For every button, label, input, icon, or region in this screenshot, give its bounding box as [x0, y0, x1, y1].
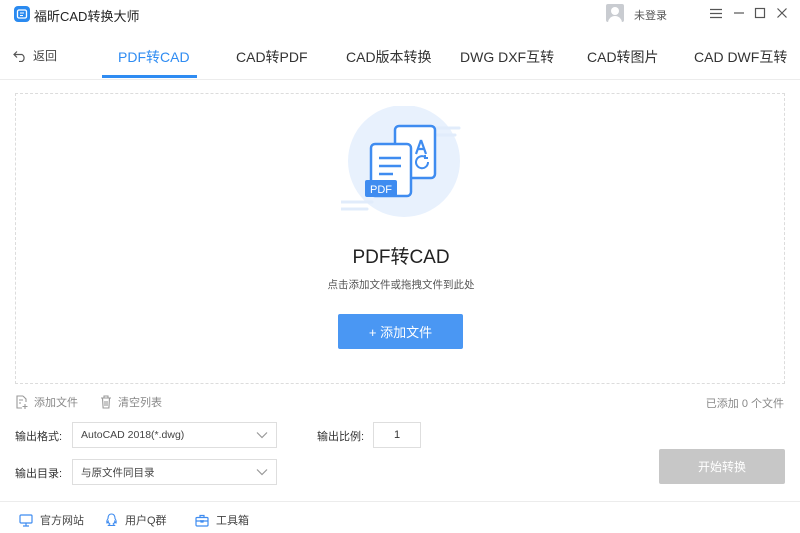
- drop-zone-hint: 点击添加文件或拖拽文件到此处: [327, 279, 475, 291]
- add-file-tool[interactable]: 添加文件: [15, 394, 78, 410]
- back-label: 返回: [33, 49, 58, 63]
- output-format-label: 输出格式:: [15, 431, 63, 443]
- official-website-label: 官方网站: [40, 515, 84, 527]
- file-count-text: 已添加 0 个文件: [705, 398, 784, 410]
- start-convert-button[interactable]: 开始转换: [659, 449, 785, 484]
- qq-icon: [106, 513, 117, 527]
- clear-list-tool[interactable]: 清空列表: [100, 394, 162, 410]
- chevron-down-icon: [256, 432, 268, 439]
- active-tab-indicator: [102, 75, 197, 78]
- clear-list-tool-label: 清空列表: [118, 397, 162, 409]
- login-status-link[interactable]: 未登录: [634, 7, 667, 23]
- menu-icon[interactable]: [708, 5, 724, 21]
- tab-pdf-to-cad[interactable]: PDF转CAD: [118, 47, 190, 67]
- output-format-value: AutoCAD 2018(*.dwg): [81, 429, 185, 441]
- back-arrow-icon: [13, 50, 25, 62]
- tab-cad-to-image[interactable]: CAD转图片: [587, 47, 659, 67]
- pdf-label: PDF: [370, 184, 392, 196]
- app-title: 福昕CAD转换大师: [34, 9, 140, 24]
- user-qq-group-link[interactable]: 用户Q群: [105, 512, 167, 528]
- user-qq-group-label: 用户Q群: [125, 515, 167, 527]
- chevron-down-icon: [256, 469, 268, 476]
- add-file-icon: [16, 395, 28, 409]
- maximize-icon[interactable]: [752, 5, 768, 21]
- output-dir-select[interactable]: 与原文件同目录: [72, 459, 277, 485]
- title-bar: 福昕CAD转换大师 未登录: [0, 0, 800, 28]
- output-dir-label: 输出目录:: [15, 468, 63, 480]
- add-file-tool-label: 添加文件: [34, 397, 78, 409]
- add-file-button[interactable]: + 添加文件: [338, 314, 463, 349]
- tab-dwg-dxf-convert[interactable]: DWG DXF互转: [460, 47, 554, 67]
- output-scale-label: 输出比例:: [317, 431, 365, 443]
- toolbox-link[interactable]: 工具箱: [195, 512, 249, 528]
- tab-cad-to-pdf[interactable]: CAD转PDF: [236, 47, 308, 67]
- drop-zone-title: PDF转CAD: [352, 247, 450, 268]
- back-button[interactable]: 返回: [13, 47, 57, 64]
- user-avatar-icon[interactable]: [606, 4, 624, 22]
- tab-cad-version-convert[interactable]: CAD版本转换: [346, 47, 432, 67]
- tab-cad-dwf-convert[interactable]: CAD DWF互转: [694, 47, 787, 67]
- monitor-icon: [19, 513, 33, 527]
- footer-bar: 官方网站 用户Q群 工具箱: [0, 501, 800, 533]
- output-dir-value: 与原文件同目录: [81, 466, 155, 479]
- app-logo-icon: [14, 6, 30, 22]
- minimize-icon[interactable]: [731, 5, 747, 21]
- function-tab-bar: 返回 PDF转CAD CAD转PDF CAD版本转换 DWG DXF互转 CAD…: [0, 28, 800, 80]
- trash-icon: [101, 395, 111, 409]
- pdf-to-cad-illustration: PDF: [341, 106, 461, 217]
- file-drop-zone[interactable]: PDF PDF转CAD 点击添加文件或拖拽文件到此处 + 添加文件: [15, 93, 785, 384]
- toolbox-icon: [195, 514, 209, 527]
- output-format-select[interactable]: AutoCAD 2018(*.dwg): [72, 422, 277, 448]
- output-scale-input[interactable]: 1: [373, 422, 421, 448]
- official-website-link[interactable]: 官方网站: [19, 512, 84, 528]
- close-icon[interactable]: [774, 5, 790, 21]
- toolbox-label: 工具箱: [216, 515, 249, 527]
